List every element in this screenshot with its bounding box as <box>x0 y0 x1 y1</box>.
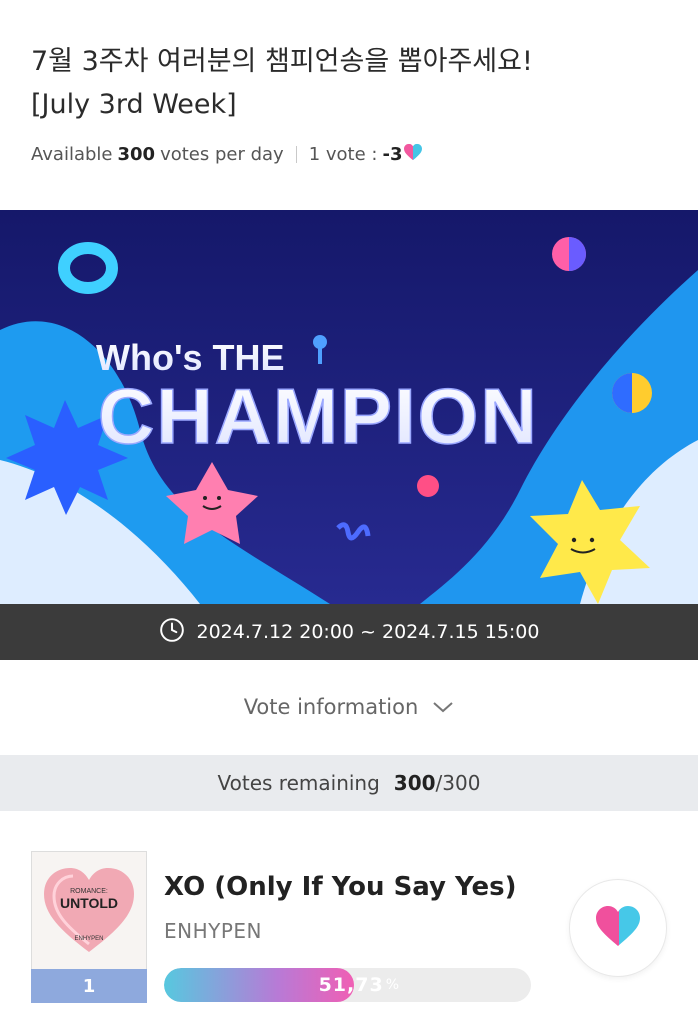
available-prefix: Available <box>31 144 113 165</box>
title-line-2: [July 3rd Week] <box>31 89 237 120</box>
vote-information-toggle[interactable]: Vote information <box>0 680 698 734</box>
votes-remaining-label: Votes remaining <box>217 771 380 795</box>
vote-period-text: 2024.7.12 20:00 ~ 2024.7.15 15:00 <box>196 621 540 643</box>
rank-badge: 1 <box>31 969 147 1003</box>
album-text-bottom: ENHYPEN <box>74 936 103 942</box>
album-text-top: ROMANCE: <box>70 888 108 895</box>
heart-icon <box>593 904 643 952</box>
title-line-1: 7월 3주차 여러분의 챔피언송을 뽑아주세요! <box>31 46 533 77</box>
artist-name: ENHYPEN <box>164 919 263 943</box>
list-item: ROMANCE: UNTOLD ENHYPEN 1 XO (Only If Yo… <box>0 845 698 1015</box>
clock-icon <box>159 617 185 648</box>
vote-information-label: Vote information <box>243 695 419 719</box>
vote-button[interactable] <box>569 879 667 977</box>
votes-remaining-total: /300 <box>435 771 481 795</box>
vote-share-text: 51,73% <box>319 968 400 1002</box>
vote-share-unit: % <box>385 977 400 993</box>
available-count: 300 <box>117 144 156 165</box>
chevron-down-icon <box>432 695 454 719</box>
song-title: XO (Only If You Say Yes) <box>164 872 517 902</box>
champion-banner: Who's THE CHAMPION <box>0 210 698 604</box>
votes-remaining-bar: Votes remaining 300 /300 <box>0 755 698 811</box>
heart-icon <box>403 143 423 166</box>
album-cover: ROMANCE: UNTOLD ENHYPEN <box>31 851 147 970</box>
album-text-main: UNTOLD <box>60 895 118 911</box>
page-title: 7월 3주차 여러분의 챔피언송을 뽑아주세요! [July 3rd Week] <box>31 40 671 126</box>
votes-remaining-count: 300 <box>393 771 436 795</box>
available-suffix: votes per day <box>160 144 284 165</box>
vote-share-percent: 51,73 <box>318 974 384 996</box>
vote-cost-label: 1 vote : <box>308 144 378 165</box>
banner-title: CHAMPION <box>98 372 539 460</box>
vote-share-bar: 51,73% <box>164 968 531 1002</box>
divider <box>295 146 297 163</box>
vote-allowance: Available 300 votes per day 1 vote : -3 <box>31 143 423 166</box>
vote-cost-value: -3 <box>382 144 403 165</box>
vote-period-bar: 2024.7.12 20:00 ~ 2024.7.15 15:00 <box>0 604 698 660</box>
